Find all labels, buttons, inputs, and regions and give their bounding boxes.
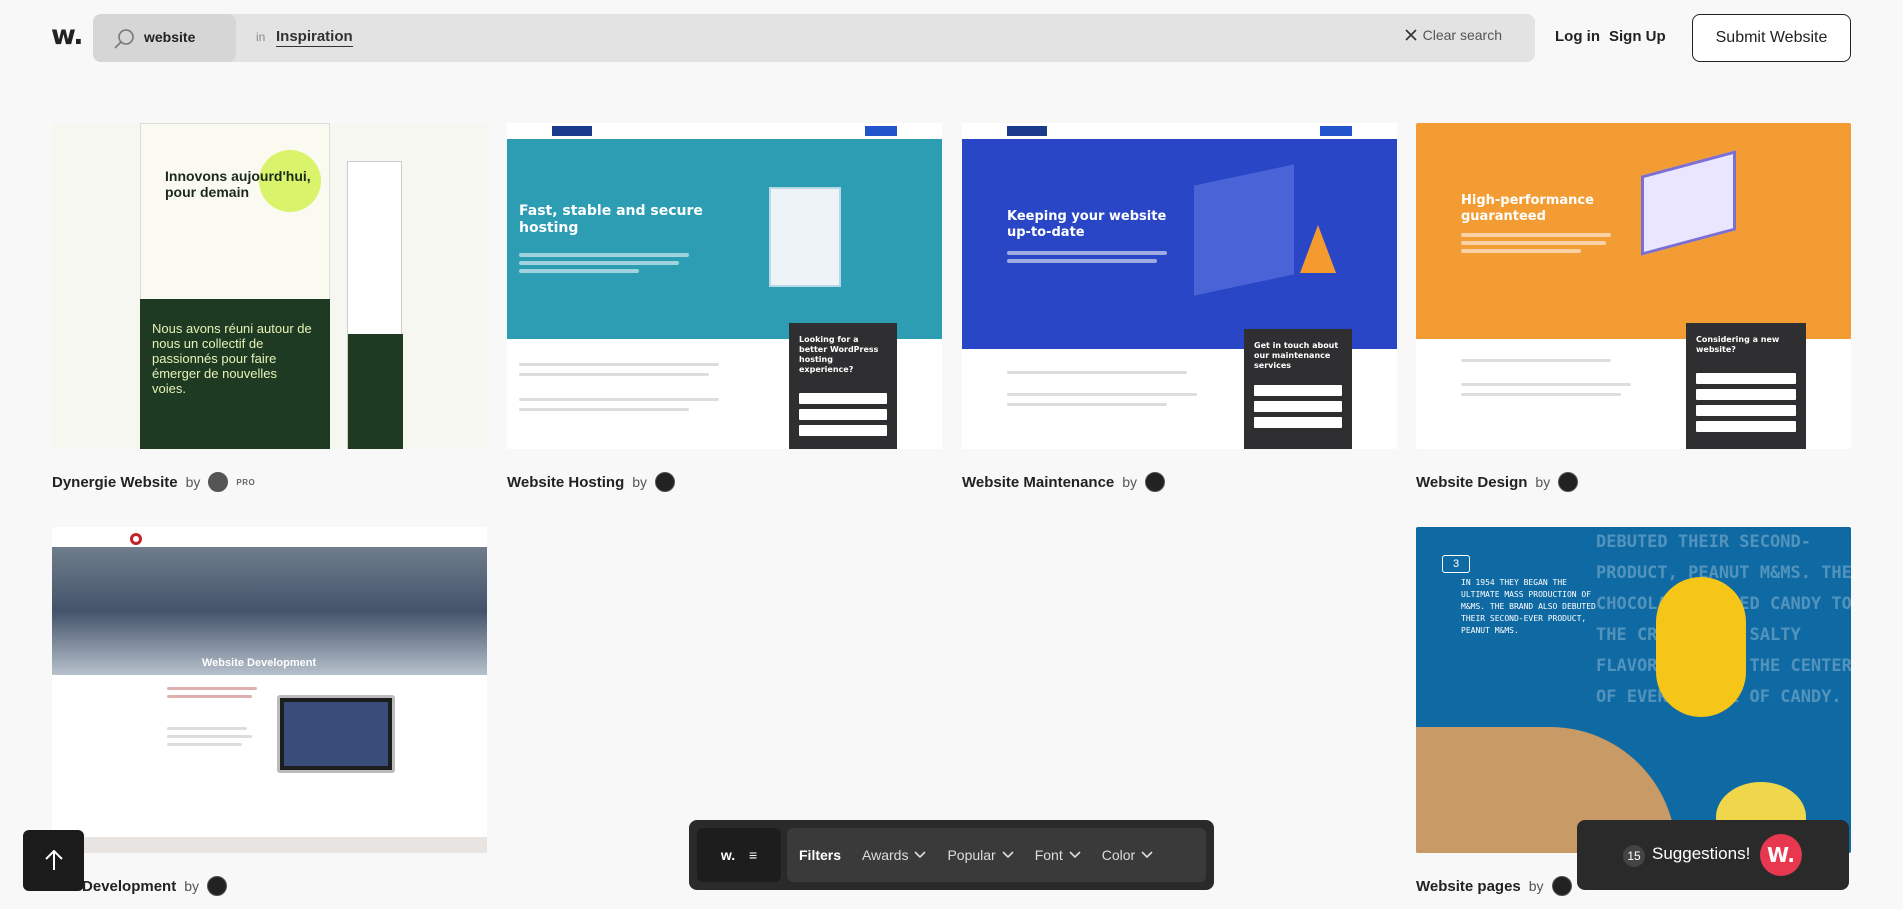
author-avatar[interactable] [655,472,676,492]
laptop-illustration [1194,164,1294,296]
hero-section: Fast, stable and secure hosting [507,139,942,339]
login-link[interactable]: Log in [1555,28,1600,45]
form-title: Looking for a better WordPress hosting e… [799,335,879,374]
menu-button[interactable]: w. ≡ [697,828,781,882]
chevron-down-icon [1002,851,1014,859]
card-title[interactable]: Website pages [1416,878,1521,895]
signup-link[interactable]: Sign Up [1609,28,1666,45]
by-label: by [1122,474,1138,490]
filters-label[interactable]: Filters [799,847,841,863]
filter-bar: w. ≡ Filters Awards Popular Font Color [689,820,1214,890]
contact-form: Considering a new website? [1686,323,1806,449]
clear-search-label: Clear search [1422,27,1502,43]
search-query: website [144,29,196,45]
mock-header [962,123,1397,139]
card-thumbnail[interactable]: DEBUTED THEIR SECOND-PRODUCT, PEANUT M&M… [1416,527,1851,853]
hero-text: IN 1954 THEY BEGAN THE ULTIMATE MASS PRO… [1461,578,1596,635]
hero-title: Fast, stable and secure hosting [519,203,703,236]
author-avatar[interactable] [207,876,228,896]
cone-illustration [1300,225,1336,273]
card-thumbnail[interactable]: Keeping your website up-to-date Get in t… [962,123,1397,449]
top-header: w. website in Inspiration Clear search L… [0,0,1903,76]
author-avatar[interactable] [1558,472,1579,492]
search-bar[interactable]: website in Inspiration Clear search [93,14,1535,62]
hero-text: Innovons aujourd'hui, pour demain [165,168,311,200]
awards-dropdown[interactable]: Awards [862,847,927,863]
card-thumbnail[interactable]: High-performance guaranteed Considering … [1416,123,1851,449]
arrow-up-icon [45,849,63,870]
color-dropdown[interactable]: Color [1102,847,1153,863]
suggestions-count: 15 [1623,845,1645,867]
card-thumbnail[interactable]: Innovons aujourd'hui, pour demain Nous a… [52,123,487,449]
site-logo[interactable]: w. [51,20,84,51]
hero-section: High-performance guaranteed [1416,123,1851,339]
by-label: by [1528,878,1544,894]
brand-mark [130,533,142,545]
chevron-down-icon [1069,851,1081,859]
author-avatar[interactable] [208,472,229,492]
color-label: Color [1101,847,1136,863]
search-icon [114,29,134,49]
pro-badge: PRO [236,477,256,487]
card-meta: Dynergie Website by PRO [52,472,255,492]
card-title[interactable]: Website Hosting [507,474,624,491]
card-title[interactable]: Website Design [1416,474,1527,491]
mock-header [507,123,942,139]
dark-text: Nous avons réuni autour de nous un colle… [152,321,312,396]
hero-title: High-performance guaranteed [1461,193,1594,224]
dark-section: Nous avons réuni autour de nous un colle… [140,299,330,449]
filter-options: Filters Awards Popular Font Color [787,828,1206,882]
font-dropdown[interactable]: Font [1035,847,1081,863]
hero-title: Keeping your website up-to-date [1007,209,1167,240]
chevron-down-icon [1141,851,1153,859]
card-meta: Website pages by [1416,876,1572,896]
search-chip[interactable]: website [93,14,236,62]
suggestions-label: Suggestions! [1652,844,1751,863]
form-title: Get in touch about our maintenance servi… [1254,341,1339,370]
image-count-badge: 3 [1442,555,1470,573]
suggestions-button[interactable]: 15 Suggestions! [1577,820,1849,890]
menu-icon: ≡ [748,847,758,863]
mm-character [1656,577,1746,717]
submit-website-button[interactable]: Submit Website [1692,14,1851,62]
filterbar-logo: w. [720,847,736,863]
monitor-illustration [277,695,395,773]
card-title[interactable]: Website Maintenance [962,474,1114,491]
hero-title: Website Development [202,657,317,669]
author-avatar[interactable] [1145,472,1166,492]
back-to-top-button[interactable] [23,830,84,891]
card-title[interactable]: Dynergie Website [52,474,178,491]
by-label: by [1535,474,1551,490]
by-label: by [184,878,200,894]
scope-dropdown[interactable]: Inspiration [276,28,353,47]
card-meta: Website Design by [1416,472,1579,492]
font-label: Font [1034,847,1063,863]
contact-form: Get in touch about our maintenance servi… [1244,329,1352,449]
card-thumbnail[interactable]: Fast, stable and secure hosting Looking … [507,123,942,449]
mobile-dark [348,334,403,449]
author-avatar[interactable] [1551,876,1572,896]
footer-strip [52,837,487,853]
card-meta: Website Hosting by [507,472,676,492]
awwwards-badge-icon[interactable]: W. [1760,834,1802,876]
hero-section: Keeping your website up-to-date [962,139,1397,349]
clear-search-button[interactable]: Clear search [1405,27,1502,43]
awards-label: Awards [862,847,909,863]
chevron-down-icon [914,851,927,859]
laptop-illustration [1641,150,1736,256]
mobile-mock [347,161,403,449]
popular-label: Popular [947,847,996,863]
mock-page: Innovons aujourd'hui, pour demain [140,123,330,306]
contact-form: Looking for a better WordPress hosting e… [789,323,897,449]
card-meta: Website Maintenance by [962,472,1166,492]
close-icon [1405,29,1417,41]
by-label: by [632,474,648,490]
in-label: in [256,30,266,44]
popular-dropdown[interactable]: Popular [947,847,1014,863]
by-label: by [185,474,201,490]
hero-image: Website Development [52,547,487,675]
server-illustration [769,187,841,287]
form-title: Considering a new website? [1696,335,1780,354]
card-thumbnail[interactable]: Website Development [52,527,487,853]
